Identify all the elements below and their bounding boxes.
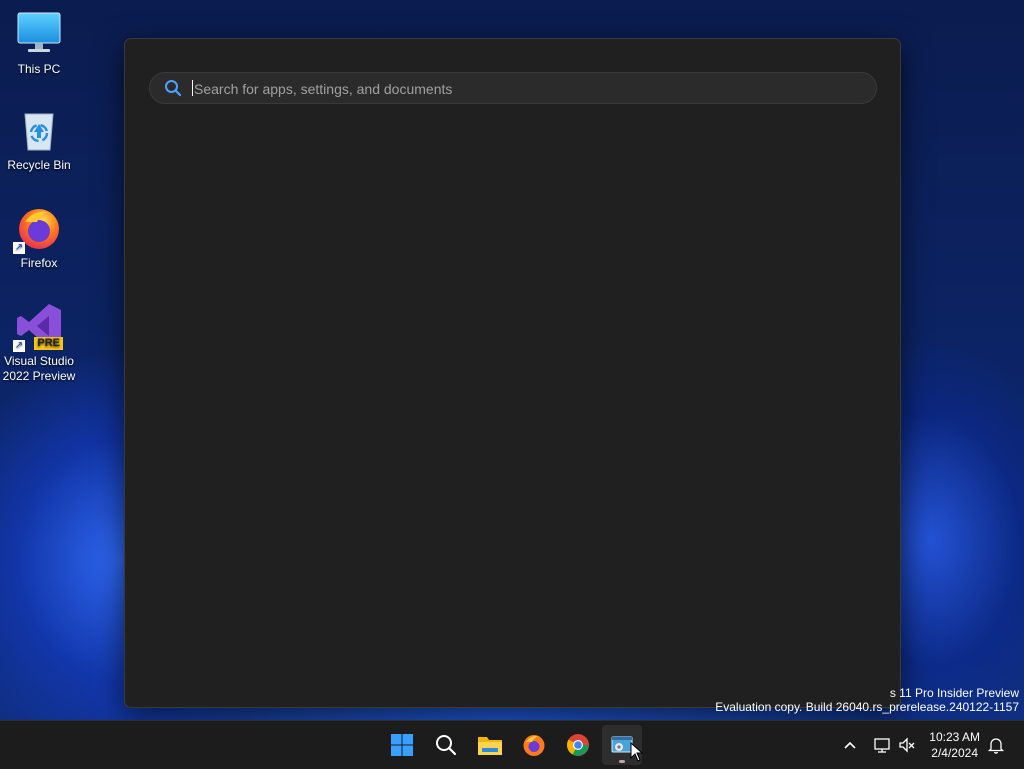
desktop-icon-label: This PC <box>17 62 61 76</box>
text-caret <box>192 80 193 96</box>
search-icon <box>436 735 457 756</box>
search-panel <box>124 38 901 708</box>
clock-date: 2/4/2024 <box>931 746 978 760</box>
folder-icon <box>478 737 502 755</box>
desktop-icon-recycle-bin[interactable]: Recycle Bin <box>0 106 78 173</box>
desktop-icon-label: Recycle Bin <box>7 158 71 172</box>
shortcut-arrow-icon: ↗ <box>13 340 25 352</box>
start-button[interactable] <box>382 725 422 765</box>
desktop-icon-label: Visual Studio 2022 Preview <box>2 354 76 383</box>
chevron-up-icon[interactable] <box>840 735 860 755</box>
watermark-line-2: Evaluation copy. Build 26040.rs_prerelea… <box>715 700 1019 714</box>
clock-time: 10:23 AM <box>929 730 980 744</box>
desktop-icon-firefox[interactable]: ↗ Firefox <box>0 204 78 271</box>
running-indicator <box>619 760 625 763</box>
chrome-taskbar-button[interactable] <box>558 725 598 765</box>
file-explorer-button[interactable] <box>470 725 510 765</box>
preview-badge: PRE <box>34 337 63 350</box>
search-box[interactable] <box>149 72 877 104</box>
watermark-line-1: s 11 Pro Insider Preview <box>889 686 1019 700</box>
shortcut-arrow-icon: ↗ <box>13 242 25 254</box>
desktop-icon-this-pc[interactable]: This PC <box>0 10 78 77</box>
windows-logo-icon <box>391 734 413 756</box>
evaluation-watermark: s 11 Pro Insider Preview Evaluation copy… <box>715 686 1019 714</box>
visual-studio-icon: PRE ↗ <box>13 302 63 352</box>
firefox-icon <box>523 735 545 756</box>
notification-bell-icon[interactable] <box>986 735 1006 755</box>
monitor-icon <box>15 10 63 58</box>
search-input[interactable] <box>192 77 866 101</box>
volume-muted-icon[interactable] <box>897 735 917 755</box>
taskbar-search-button[interactable] <box>426 725 466 765</box>
clock[interactable]: 10:23 AM 2/4/2024 <box>929 729 980 761</box>
firefox-icon: ↗ <box>13 204 63 254</box>
chrome-icon <box>567 734 589 756</box>
mouse-cursor-icon <box>630 742 644 762</box>
firefox-taskbar-button[interactable] <box>514 725 554 765</box>
taskbar: 10:23 AM 2/4/2024 <box>0 720 1024 769</box>
recycle-bin-icon <box>15 106 63 154</box>
desktop-icon-visual-studio[interactable]: PRE ↗ Visual Studio 2022 Preview <box>0 302 78 384</box>
desktop-icon-label: Firefox <box>20 256 58 270</box>
search-icon <box>164 79 182 97</box>
network-icon[interactable] <box>872 735 892 755</box>
